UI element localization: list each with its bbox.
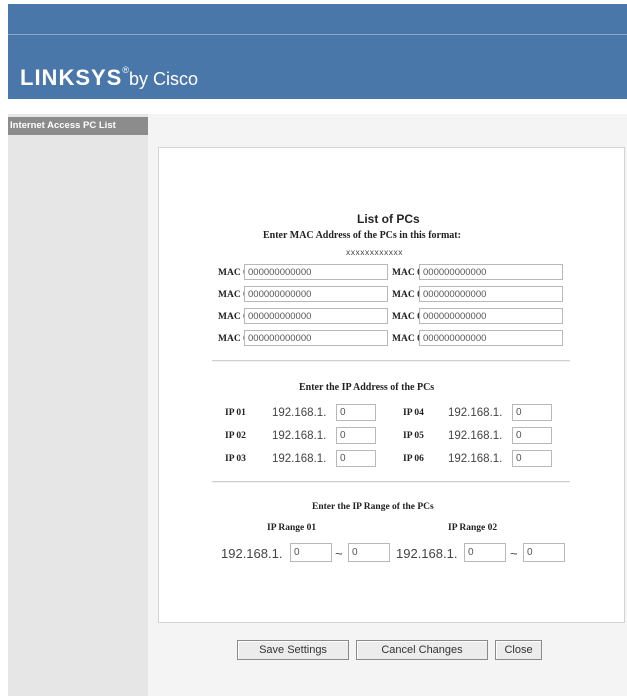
ip-05-input[interactable] xyxy=(512,427,552,444)
mac-08-input[interactable] xyxy=(419,330,563,346)
mac-02-input[interactable] xyxy=(244,286,388,302)
mac-format: xxxxxxxxxxxx xyxy=(346,247,403,257)
linksys-logo: LINKSYS®by Cisco xyxy=(20,65,198,91)
logo-brand: LINKSYS xyxy=(20,65,123,90)
ip-range-01-prefix: 192.168.1. xyxy=(221,546,283,561)
logo-registered: ® xyxy=(122,65,129,75)
logo-by-cisco: by Cisco xyxy=(129,69,199,89)
pc-list-panel: List of PCs Enter MAC Address of the PCs… xyxy=(158,147,625,623)
ip-range-02-label: IP Range 02 xyxy=(448,523,498,533)
ip-02-prefix: 192.168.1. xyxy=(272,430,327,442)
ip-04-prefix: 192.168.1. xyxy=(448,407,503,419)
ip-range-01-label: IP Range 01 xyxy=(267,523,317,533)
ip-range-01-start-input[interactable] xyxy=(290,543,332,562)
ip-range-02-prefix: 192.168.1. xyxy=(396,546,458,561)
section-divider xyxy=(212,481,570,483)
ip-03-prefix: 192.168.1. xyxy=(272,453,327,465)
ip-range-01-end-input[interactable] xyxy=(348,543,390,562)
ip-04-label: IP 04 xyxy=(403,408,424,418)
mac-05-input[interactable] xyxy=(419,264,563,280)
top-band xyxy=(8,4,627,35)
header-bar: LINKSYS®by Cisco xyxy=(8,35,627,99)
ip-01-label: IP 01 xyxy=(225,408,246,418)
mac-01-input[interactable] xyxy=(244,264,388,280)
page-title: List of PCs xyxy=(357,212,420,226)
app-frame: LINKSYS®by Cisco Internet Access PC List… xyxy=(8,4,627,696)
ip-04-input[interactable] xyxy=(512,404,552,421)
ip-02-input[interactable] xyxy=(336,427,376,444)
sidebar-item-internet-access-pc-list[interactable]: Internet Access PC List xyxy=(8,117,148,135)
ip-01-prefix: 192.168.1. xyxy=(272,407,327,419)
ip-03-input[interactable] xyxy=(336,450,376,467)
range-02-separator: ~ xyxy=(510,546,518,561)
mac-04-input[interactable] xyxy=(244,330,388,346)
mac-06-input[interactable] xyxy=(419,286,563,302)
save-settings-button[interactable]: Save Settings xyxy=(237,640,349,660)
ip-instruction: Enter the IP Address of the PCs xyxy=(299,382,435,393)
ip-05-prefix: 192.168.1. xyxy=(448,430,503,442)
ip-02-label: IP 02 xyxy=(225,431,246,441)
ip-03-label: IP 03 xyxy=(225,454,246,464)
ip-01-input[interactable] xyxy=(336,404,376,421)
ip-06-prefix: 192.168.1. xyxy=(448,453,503,465)
range-instruction: Enter the IP Range of the PCs xyxy=(312,502,434,512)
sidebar xyxy=(8,114,148,696)
ip-range-02-end-input[interactable] xyxy=(523,543,565,562)
cancel-changes-button[interactable]: Cancel Changes xyxy=(356,640,488,660)
mac-03-input[interactable] xyxy=(244,308,388,324)
section-divider xyxy=(212,360,570,362)
ip-06-input[interactable] xyxy=(512,450,552,467)
mac-07-input[interactable] xyxy=(419,308,563,324)
close-button[interactable]: Close xyxy=(495,640,542,660)
mac-instruction: Enter MAC Address of the PCs in this for… xyxy=(263,230,461,241)
ip-range-02-start-input[interactable] xyxy=(464,543,506,562)
ip-06-label: IP 06 xyxy=(403,454,424,464)
range-01-separator: ~ xyxy=(335,546,343,561)
ip-05-label: IP 05 xyxy=(403,431,424,441)
